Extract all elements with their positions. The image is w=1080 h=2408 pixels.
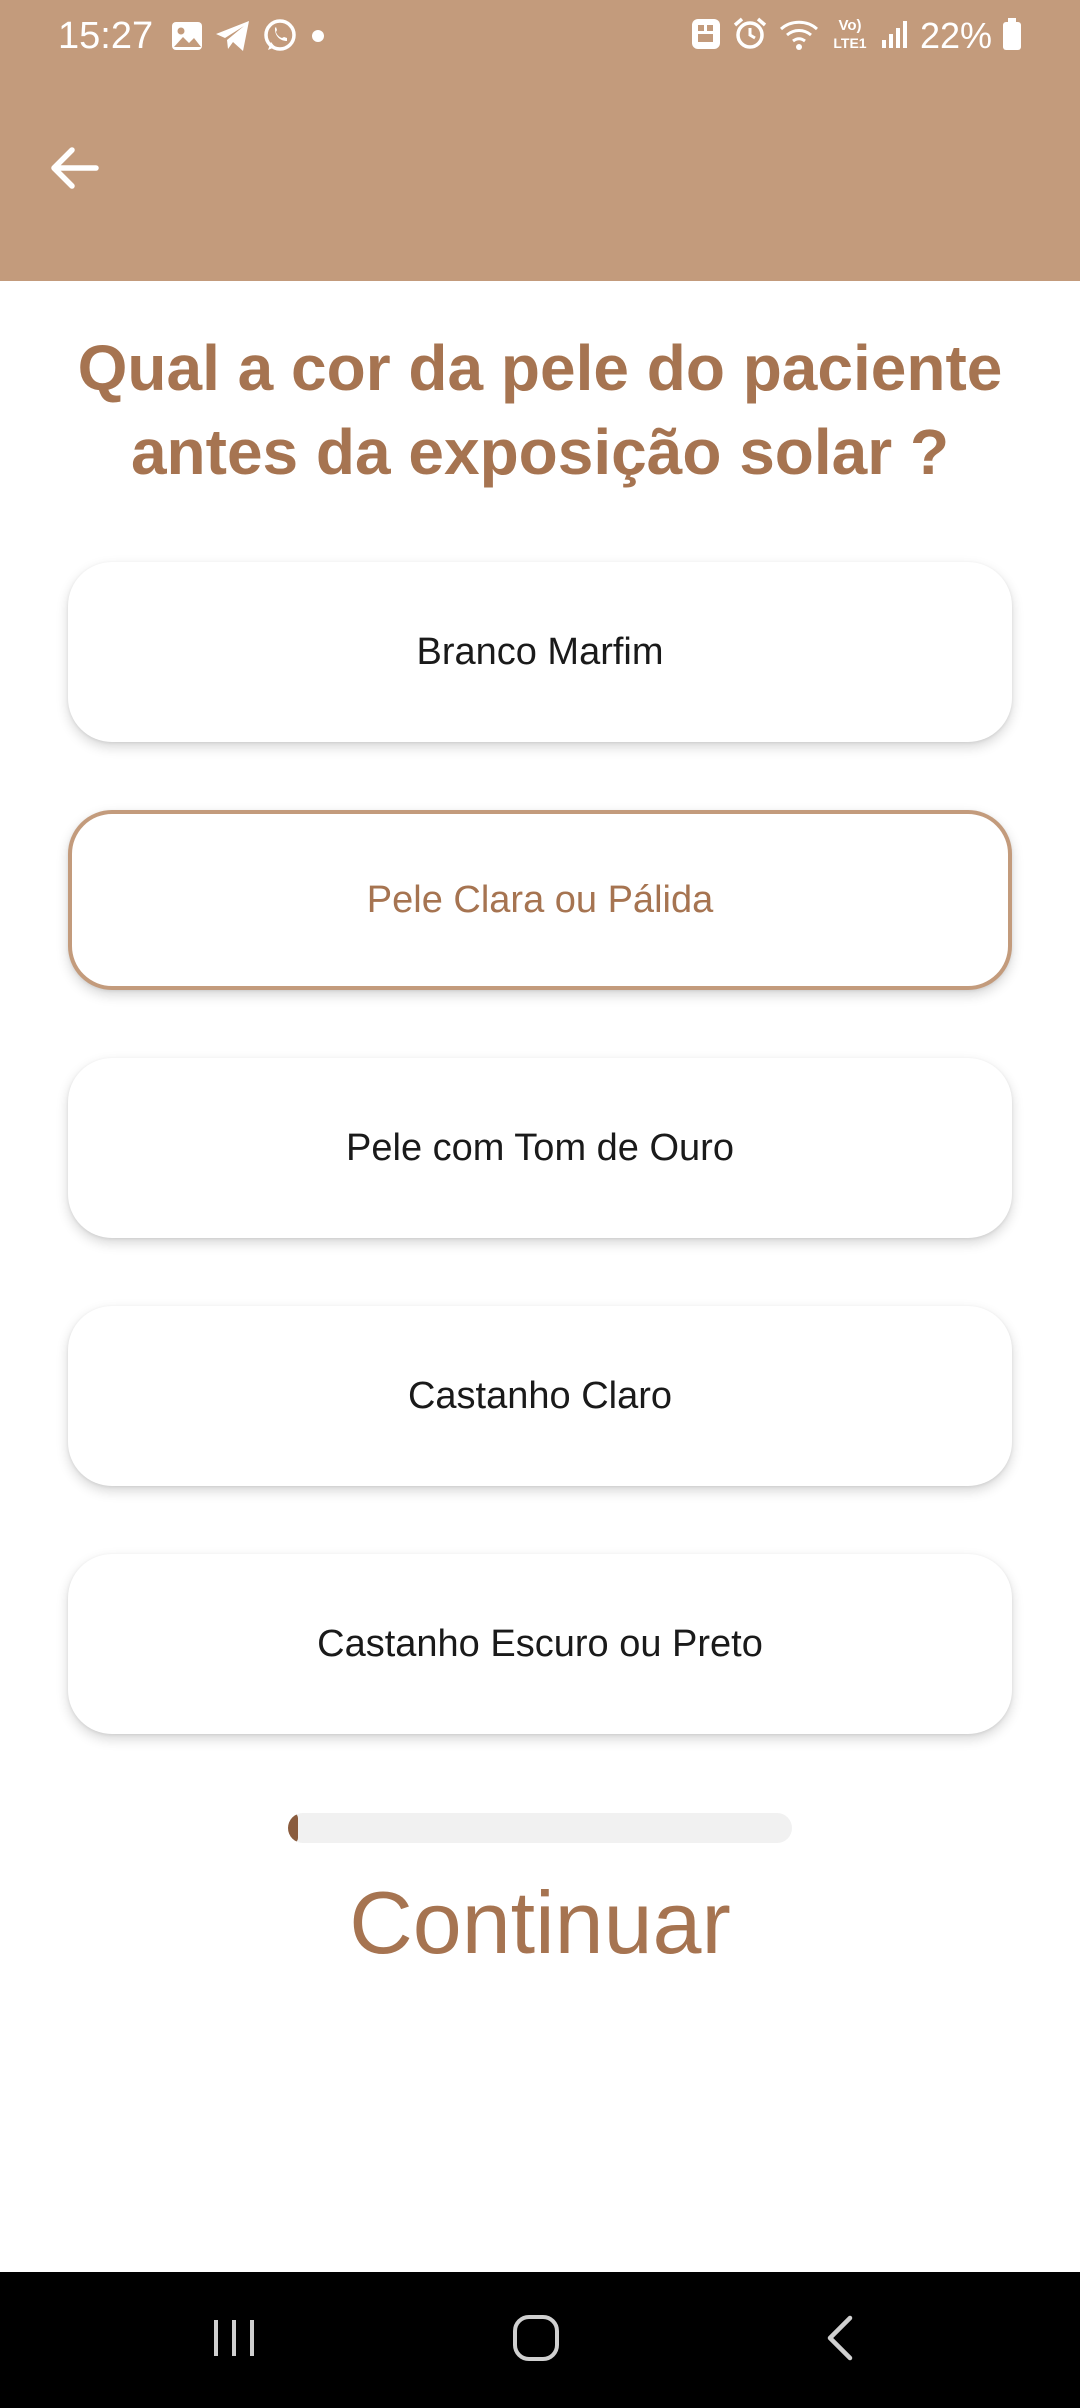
continue-button[interactable]: Continuar	[240, 1868, 840, 1978]
battery-icon	[1002, 17, 1022, 56]
volte-top-text: Vo)	[838, 17, 861, 34]
recent-apps-button[interactable]	[186, 2300, 282, 2380]
question-line-1: Qual a cor da pele do paciente	[77, 332, 1003, 404]
alarm-icon	[732, 16, 768, 57]
arrow-back-icon	[48, 144, 100, 197]
home-icon	[510, 2312, 562, 2369]
signal-icon	[880, 18, 910, 55]
back-button[interactable]	[40, 136, 108, 204]
volte-icon: Vo) LTE1	[830, 14, 870, 59]
gallery-icon	[170, 19, 204, 58]
option-castanho-escuro-ou-preto[interactable]: Castanho Escuro ou Preto	[68, 1554, 1012, 1734]
nav-back-button[interactable]	[792, 2300, 888, 2380]
option-label: Castanho Claro	[407, 1374, 673, 1417]
whatsapp-icon	[262, 18, 298, 59]
option-label: Pele com Tom de Ouro	[346, 1126, 734, 1169]
status-bar: 15:27 Vo) LTE1 22%	[0, 0, 1080, 72]
option-label: Branco Marfim	[416, 630, 664, 673]
question-title: Qual a cor da pele do paciente antes da …	[40, 326, 1040, 494]
dot-icon	[308, 26, 328, 51]
question-line-2: antes da exposição solar ?	[130, 416, 950, 488]
home-button[interactable]	[488, 2300, 584, 2380]
battery-percent: 22%	[919, 15, 992, 56]
telegram-icon	[214, 19, 252, 58]
option-pele-clara-ou-palida[interactable]: Pele Clara ou Pálida	[68, 810, 1012, 990]
progress-bar	[288, 1813, 792, 1843]
status-left-icons	[170, 18, 328, 58]
option-label: Castanho Escuro ou Preto	[317, 1622, 763, 1665]
status-time: 15:27	[58, 15, 154, 57]
back-icon	[820, 2312, 860, 2369]
skin-color-options: Branco Marfim Pele Clara ou Pálida Pele …	[68, 562, 1012, 1802]
app-header: 15:27 Vo) LTE1 22%	[0, 0, 1080, 281]
wifi-icon	[778, 17, 820, 56]
recent-apps-icon	[208, 2314, 260, 2367]
volte-bottom-text: LTE1	[833, 35, 866, 51]
option-castanho-claro[interactable]: Castanho Claro	[68, 1306, 1012, 1486]
system-nav-bar	[0, 2272, 1080, 2408]
option-branco-marfim[interactable]: Branco Marfim	[68, 562, 1012, 742]
notification-icon	[690, 17, 722, 56]
status-right: Vo) LTE1 22%	[690, 12, 1022, 60]
option-pele-com-tom-de-ouro[interactable]: Pele com Tom de Ouro	[68, 1058, 1012, 1238]
option-label: Pele Clara ou Pálida	[366, 878, 714, 921]
progress-fill	[288, 1813, 299, 1843]
